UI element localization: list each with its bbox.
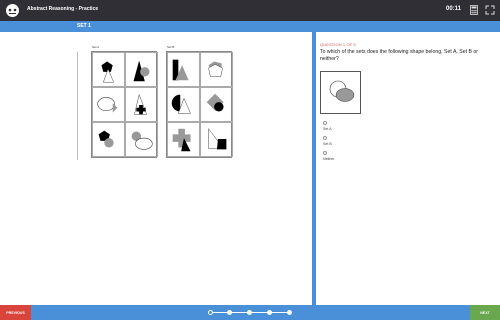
set-a-cell: [125, 52, 158, 87]
fullscreen-icon[interactable]: [485, 5, 495, 15]
progress-dot-1[interactable]: [208, 310, 213, 315]
option-set-b[interactable]: Set B: [323, 136, 332, 146]
set-b-cell: [167, 52, 200, 87]
set-b-grid: [166, 51, 233, 158]
set-b-cell: [167, 87, 200, 122]
set-a-grid: [91, 51, 158, 158]
set-a-radio[interactable]: [323, 121, 327, 125]
timer: 00:11: [446, 6, 462, 12]
set-b-label: Set B: [167, 45, 175, 49]
logo-icon: [6, 4, 19, 17]
question-text: To which of the sets does the following …: [320, 49, 479, 62]
set-b-cell: [200, 87, 233, 122]
calculator-icon[interactable]: [470, 5, 478, 15]
set-a-cell: [92, 52, 125, 87]
option-label: Neither: [323, 157, 335, 161]
option-neither[interactable]: Neither: [323, 151, 335, 161]
neither-radio[interactable]: [323, 151, 327, 155]
question-number: QUESTION 1 OF 5: [320, 42, 356, 47]
progress-dot-2[interactable]: [227, 310, 232, 315]
set-b-cell: [200, 52, 233, 87]
progress-dot-5[interactable]: [287, 310, 292, 315]
question-progress: [208, 309, 292, 316]
top-bar: Abstract Reasoning - Practice 00:11: [0, 0, 500, 21]
next-button[interactable]: NEXT: [470, 305, 500, 320]
sub-header-bar: [0, 21, 500, 32]
option-label: Set B: [323, 142, 332, 146]
set-b-cell: [167, 122, 200, 157]
previous-button[interactable]: PREVIOUS: [0, 305, 31, 320]
set-a-cell: [125, 87, 158, 122]
option-label: Set A: [323, 127, 332, 131]
question-shape: [320, 71, 361, 114]
app-title: Abstract Reasoning - Practice: [27, 6, 99, 12]
set-b-radio[interactable]: [323, 136, 327, 140]
set-a-cell: [125, 122, 158, 157]
progress-dot-3[interactable]: [247, 310, 252, 315]
option-set-a[interactable]: Set A: [323, 121, 332, 131]
set-a-cell: [92, 122, 125, 157]
panel-rule: [77, 52, 78, 160]
tab-set-1[interactable]: SET 1: [77, 23, 91, 29]
set-a-label: Set A: [92, 45, 100, 49]
set-a-cell: [92, 87, 125, 122]
set-b-cell: [200, 122, 233, 157]
progress-dot-4[interactable]: [267, 310, 272, 315]
